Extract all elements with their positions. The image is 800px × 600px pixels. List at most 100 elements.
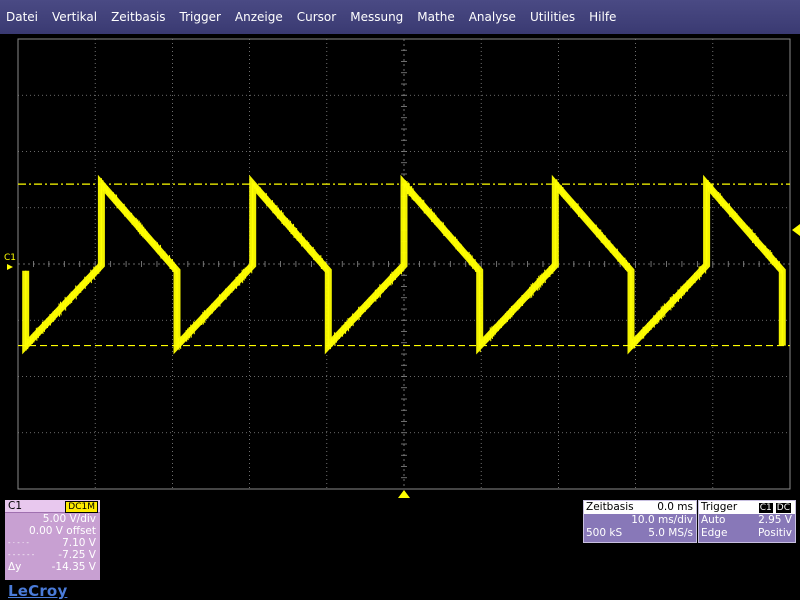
trace-noise-sample [47,317,50,326]
menu-anzeige[interactable]: Anzeige [228,0,290,34]
trace-noise-sample [149,235,151,244]
timebase-panel[interactable]: Zeitbasis 0.0 ms 10.0 ms/div 500 kS 5.0 … [583,500,697,543]
trace-noise-sample [777,261,779,270]
lecroy-logo[interactable]: LeCroy [8,582,67,600]
trace-noise-sample [579,208,581,216]
trace-noise-sample [267,196,269,207]
trace-noise-sample [725,202,728,211]
trace-noise-sample [462,247,465,257]
menu-vertikal[interactable]: Vertikal [45,0,104,34]
channel-1-panel[interactable]: C1 DC1M 5.00 V/div 0.00 V offset - · - ·… [5,500,100,580]
trace-noise-sample [759,241,761,248]
trace-noise-sample [544,269,546,284]
trace-noise-sample [176,342,179,350]
trace-noise-sample [250,260,253,274]
trace-noise-sample [710,184,713,194]
channel-1-ground-marker[interactable] [7,264,13,270]
trace-noise-sample [106,186,109,196]
trace-noise-sample [724,201,726,209]
trace-noise-sample [417,195,419,204]
trace-noise-sample [277,207,280,220]
menu-mathe[interactable]: Mathe [410,0,461,34]
trace-noise-sample [526,291,528,300]
trace-noise-sample [445,228,448,238]
trace-noise-sample [476,262,478,273]
trace-noise-sample [423,199,425,214]
trace-noise-sample [299,234,301,242]
trace-noise-sample [582,211,584,219]
trace-noise-sample [26,338,29,350]
trace-noise-sample [606,238,608,248]
trace-noise-sample [311,246,313,257]
trace-noise-sample [100,178,103,191]
trigger-mode: Auto [701,514,726,526]
trace-noise-sample [562,186,564,199]
trace-noise-sample [253,182,256,190]
trace-noise-sample [54,309,56,320]
trace-noise-sample [276,205,278,219]
trace-noise-sample [545,271,548,278]
trace-noise-sample [663,303,666,317]
trace-noise-sample [535,282,537,290]
trigger-level-marker[interactable] [792,224,800,236]
menu-analyse[interactable]: Analyse [462,0,523,34]
trace-noise-sample [141,224,144,238]
trace-noise-sample [225,288,227,300]
trace-noise-sample [165,253,168,264]
menu-datei[interactable]: Datei [0,0,45,34]
trace-noise-sample [648,321,651,332]
trace-noise-sample [179,335,182,349]
trace-noise-sample [737,216,740,225]
trace-noise-sample [305,240,307,250]
menu-utilities[interactable]: Utilities [523,0,582,34]
trace-noise-sample [238,273,241,286]
trigger-position-marker[interactable] [398,490,410,498]
menu-hilfe[interactable]: Hilfe [582,0,623,34]
trace-noise-sample [429,209,431,218]
scope-screen[interactable]: C1 [0,34,800,500]
trace-noise-sample [471,255,474,269]
trace-noise-sample [247,265,250,275]
trace-noise-sample [451,236,454,244]
trace-noise-sample [703,264,705,273]
trace-noise-sample [79,282,82,293]
menu-cursor[interactable]: Cursor [290,0,343,34]
trace-noise-sample [728,203,731,218]
trace-noise-sample [294,227,297,239]
trace-noise-sample [489,327,492,342]
trace-noise-sample [488,331,490,341]
trace-noise-sample [745,226,748,233]
trace-noise-sample [517,300,519,311]
trace-noise-sample [380,285,383,293]
trace-noise-sample [615,248,617,259]
trace-noise-sample [447,229,449,239]
trace-noise-sample [382,282,384,293]
trace-noise-sample [81,281,83,291]
trace-noise-sample [733,211,735,220]
delta-y-label: Δy [8,561,22,573]
menu-messung[interactable]: Messung [343,0,410,34]
menu-trigger[interactable]: Trigger [173,0,228,34]
trigger-panel[interactable]: Trigger C1 DC Auto 2.95 V Edge Positiv [698,500,796,543]
trace-noise-sample [97,262,100,274]
trace-noise-sample [473,258,475,269]
trace-noise-sample [680,286,682,299]
trace-noise-sample [532,282,534,296]
trace-noise-sample [290,220,292,235]
trace-noise-sample [93,266,95,280]
trace-noise-sample [491,326,493,340]
trace-noise-sample [662,305,664,319]
trace-noise-sample [659,311,661,319]
trace-noise-sample [557,182,560,194]
trace-noise-sample [208,308,210,316]
trace-noise-sample [618,253,620,261]
waveform-display[interactable]: C1 [0,34,800,500]
timebase-delay: 0.0 ms [657,501,693,513]
trace-noise-sample [698,266,701,281]
menu-zeitbasis[interactable]: Zeitbasis [104,0,172,34]
trace-noise-sample [353,314,356,322]
trace-noise-sample [638,333,640,342]
trace-noise-sample [566,194,569,202]
timebase-header: Zeitbasis 0.0 ms [584,501,696,514]
trace-noise-sample [450,232,452,244]
